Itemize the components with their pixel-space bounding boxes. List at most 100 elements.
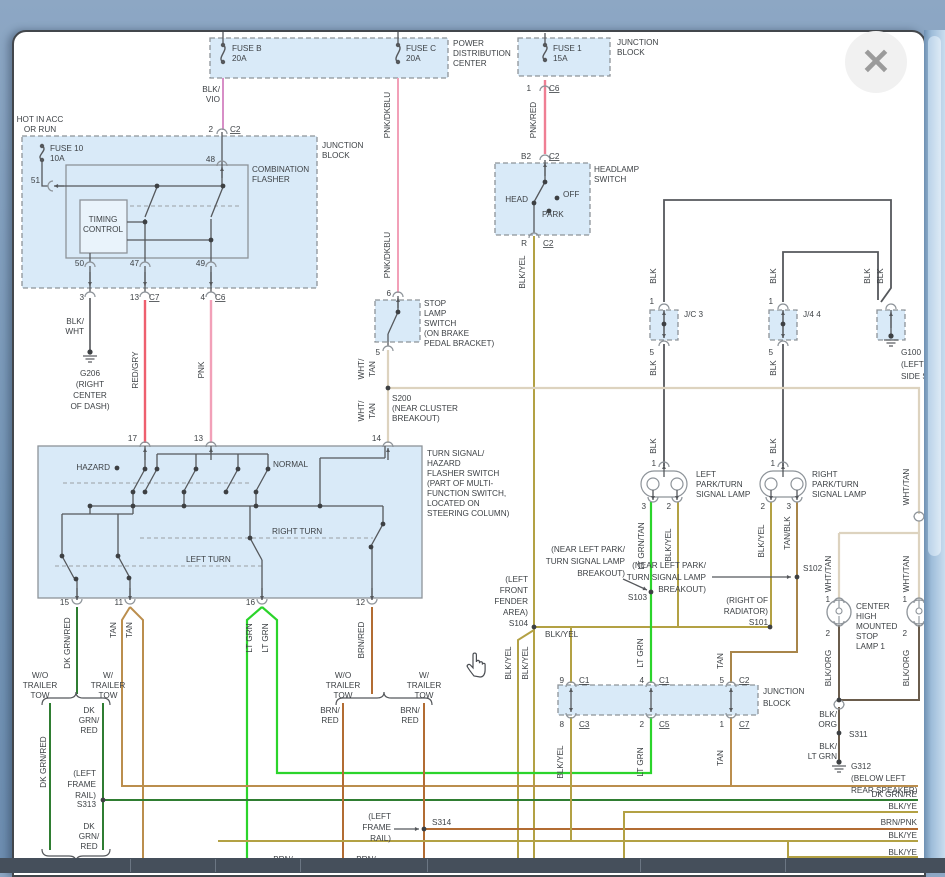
diagram-label: VIO [206,95,220,104]
bottom-bar [0,858,945,873]
diagram-label: BLK/YEL [545,630,579,639]
diagram-label: 50 [75,259,85,268]
diagram-label: J/C 3 [684,310,704,319]
diagram-label: PNK/DKBLU [383,92,392,138]
diagram-label: LEFT [696,470,716,479]
splice-dot [649,590,654,595]
diagram-label: TOW [415,691,434,700]
diagram-label: WHT/ [357,358,366,380]
diagram-label: 48 [206,155,216,164]
diagram-label: (LEFT [368,812,391,821]
diagram-label: FRONT [500,586,528,595]
diagram-label: DISTRIBUTION [453,49,511,58]
terminal-arc [85,292,95,297]
diagram-label: C2 [230,125,241,134]
splice-dot [88,504,93,509]
diagram-label: TAN [368,403,377,419]
diagram-label: (PART OF MULTI- [427,479,494,488]
diagram-label: S103 [628,593,648,602]
diagram-label: S104 [509,619,529,628]
fuse-terminal [221,60,225,64]
diagram-label: LT GRN [636,747,645,776]
diagram-label: G100 [901,348,921,357]
diagram-label: WHT/TAN [902,556,911,593]
diagram-label: (LEFT [505,575,528,584]
diagram-label: BLK/YEL [518,255,527,289]
diagram-label: BREAKOUT) [392,414,440,423]
diagram-label: HOT AT ALL TIMES [372,30,444,31]
diagram-label: RADIATOR) [724,607,769,616]
splice-dot [116,554,121,559]
diagram-label: OF DASH) [70,402,109,411]
diagram-label: C3 [579,720,590,729]
close-button[interactable]: ✕ [845,31,907,93]
diagram-label: STEERING COLUMN) [427,509,510,518]
diagram-label: RED [80,726,97,735]
splice-dot [768,625,773,630]
diagram-label: 1 [719,720,724,729]
diagram-label: TAN [716,750,725,766]
diagram-label: C5 [659,720,670,729]
splice-dot [369,545,374,550]
bottom-bar-separator [785,859,786,872]
diagram-label: 49 [196,259,206,268]
diagram-label: TURN SIGNAL LAMP [627,573,707,582]
fuse-terminal [396,43,400,47]
diagram-label: HEADLAMP [594,165,640,174]
diagram-label: C2 [739,676,750,685]
flow-arrow-head [795,496,799,500]
fuse-terminal [40,158,44,162]
diagram-label: C1 [579,676,590,685]
scrollbar-thumb[interactable] [928,36,941,556]
splice-dot [837,698,842,703]
diagram-label: PEDAL BRACKET) [424,339,494,348]
diagram-label: 3 [786,502,791,511]
diagram-label: BREAKOUT) [577,569,625,578]
diagram-label: BLK [769,438,778,454]
diagram-label: 1 [770,459,775,468]
diagram-label: 1 [825,595,830,604]
diagram-label: BREAKOUT) [658,585,706,594]
diagram-label: C6 [215,293,226,302]
diagram-label: 2 [902,629,907,638]
wiring-diagram: HOT AT ALL TIMESHOT AT ALL TIMESHOT AT A… [12,30,926,873]
diagram-canvas: HOT AT ALL TIMESHOT AT ALL TIMESHOT AT A… [12,30,926,877]
splice-dot [555,196,560,201]
splice-dot [236,467,241,472]
diagram-label: (RIGHT [76,380,104,389]
diagram-label: 5 [649,348,654,357]
splice-dot [781,322,786,327]
flow-arrow-head [781,465,785,469]
scrollbar-track[interactable] [924,30,945,873]
splice-dot [127,576,132,581]
splice-dot [115,466,120,471]
diagram-label: LT GRN [636,638,645,667]
splice-dot [143,467,148,472]
diagram-label: TOW [31,691,50,700]
diagram-label: 47 [130,259,140,268]
diagram-label: BRN/ [320,706,340,715]
terminal-arc [886,304,896,309]
diagram-label: TRAILER [23,681,58,690]
diagram-label: LT GRN [245,623,254,652]
diagram-label: OR RUN [24,125,56,134]
diagram-label: G206 [80,369,100,378]
diagram-label: MOUNTED [856,622,897,631]
splice-dot [101,798,106,803]
splice-dot [182,490,187,495]
diagram-label: BLK/ [202,85,220,94]
ground-dot [87,349,92,354]
diagram-label: BLK/YEL [556,745,565,779]
diagram-label: PNK/RED [529,102,538,138]
diagram-label: RED/GRY [131,351,140,389]
diagram-label: 17 [128,434,138,443]
diagram-label: BLOCK [617,48,645,57]
splice-dot [60,554,65,559]
diagram-label: JUNCTION [617,38,658,47]
diagram-label: DK GRN/RED [39,736,48,787]
diagram-label: POWER [453,39,484,48]
diagram-label: 20A [232,54,247,63]
splice-dot [209,238,214,243]
diagram-label: J/4 4 [803,310,821,319]
diagram-label: PARK/TURN [812,480,859,489]
